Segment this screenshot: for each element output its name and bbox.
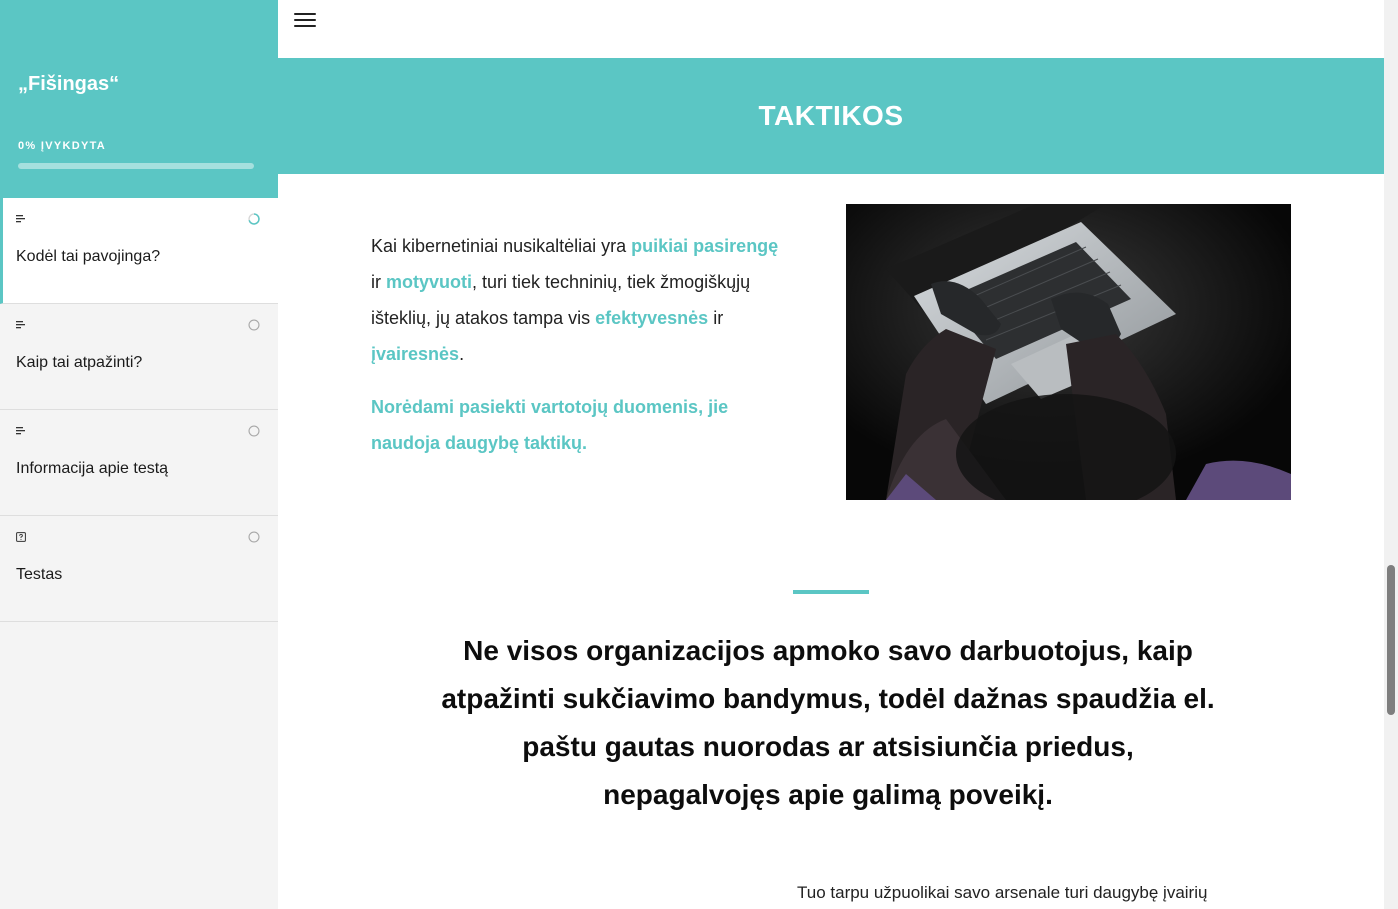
text-fragment: Kai kibernetiniai nusikaltėliai yra — [371, 236, 632, 256]
sidebar-item-label: Kaip tai atpažinti? — [16, 354, 143, 371]
not-started-status-icon — [248, 531, 260, 543]
highlight-text: puikiai pasirengę — [631, 236, 779, 256]
not-started-status-icon — [248, 319, 260, 331]
sidebar-item-label: Informacija apie testą — [16, 460, 169, 477]
hamburger-icon[interactable] — [294, 13, 316, 29]
course-sidebar: „Fišingas“ 0% ĮVYKDYTA Kodėl tai pavojin… — [0, 0, 278, 909]
sidebar-item-label: Kodėl tai pavojinga? — [16, 248, 161, 265]
not-started-status-icon — [248, 425, 260, 437]
sidebar-item-informacija-apie-testa[interactable]: Informacija apie testą — [0, 410, 278, 516]
intro-text: Kai kibernetiniai nusikaltėliai yra puik… — [371, 228, 781, 478]
in-progress-status-icon — [248, 213, 260, 225]
hacker-laptop-illustration — [846, 204, 1291, 500]
course-title: „Fišingas“ — [18, 73, 120, 95]
scrollbar-thumb[interactable] — [1387, 565, 1395, 715]
text-lines-icon — [16, 427, 25, 435]
quiz-icon — [16, 532, 26, 542]
highlight-text: motyvuoti — [386, 272, 473, 292]
highlight-text: efektyvesnės — [595, 308, 709, 328]
progress-bar — [18, 163, 254, 169]
lesson-content: TAKTIKOS Kai kibernetiniai nusikaltėliai… — [278, 0, 1384, 909]
section-divider — [793, 590, 869, 594]
sidebar-item-kodel-tai-pavojinga[interactable]: Kodėl tai pavojinga? — [0, 198, 278, 304]
section-banner: TAKTIKOS — [278, 58, 1384, 174]
hacker-laptop-image — [846, 204, 1291, 500]
banner-title: TAKTIKOS — [758, 100, 904, 131]
quote-text: Ne visos organizacijos apmoko savo darbu… — [441, 635, 1215, 810]
sidebar-item-testas[interactable]: Testas — [0, 516, 278, 622]
sidebar-header: „Fišingas“ 0% ĮVYKDYTA — [0, 0, 278, 198]
sidebar-item-kaip-tai-atpazinti[interactable]: Kaip tai atpažinti? — [0, 304, 278, 410]
text-fragment: . — [459, 344, 465, 364]
sidebar-item-label: Testas — [16, 566, 63, 583]
scrollbar[interactable] — [1384, 0, 1398, 909]
progress-label: 0% ĮVYKDYTA — [18, 140, 107, 152]
top-bar — [278, 0, 1384, 58]
intro-paragraph: Kai kibernetiniai nusikaltėliai yra puik… — [371, 228, 781, 372]
text-lines-icon — [16, 215, 25, 223]
text-fragment: ir — [708, 308, 724, 328]
text-lines-icon — [16, 321, 25, 329]
highlight-text: įvairesnės — [371, 344, 460, 364]
intro-highlight-paragraph: Norėdami pasiekti vartotojų duomenis, ji… — [371, 397, 729, 453]
paragraph-text: Tuo tarpu užpuolikai savo arsenale turi … — [797, 883, 1208, 902]
text-fragment: ir — [371, 272, 386, 292]
